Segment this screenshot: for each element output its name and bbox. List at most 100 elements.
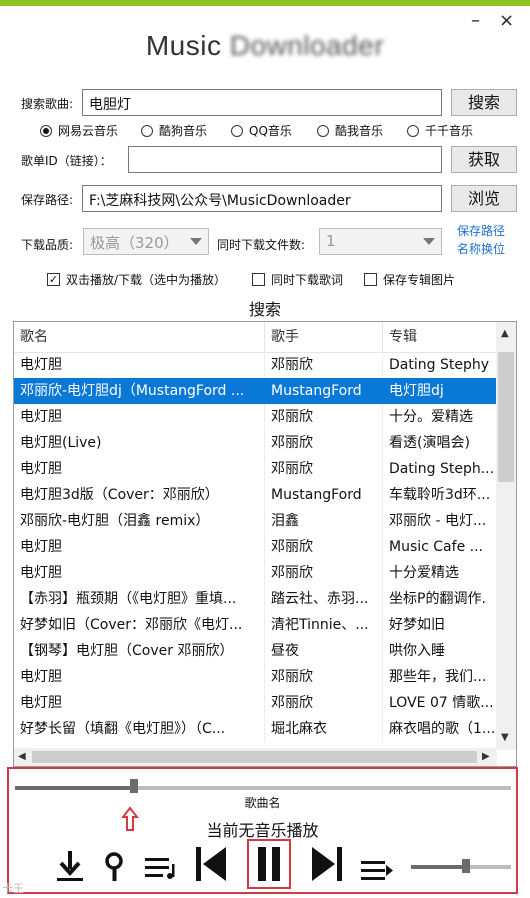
radio-indicator	[317, 124, 329, 137]
player-panel: 歌曲名 当前无音乐播放	[7, 767, 518, 894]
app-title: Music Downloader	[0, 30, 530, 62]
play-mode-icon[interactable]	[360, 859, 394, 881]
progress-knob[interactable]	[130, 779, 139, 793]
playlist-icon[interactable]	[144, 856, 178, 880]
table-row[interactable]: 邓丽欣-电灯胆（泪鑫 remix） 泪鑫 邓丽欣 - 电灯...	[14, 508, 497, 534]
playlist-id-input[interactable]	[128, 146, 442, 173]
column-header-title[interactable]: 歌名	[14, 322, 265, 352]
volume-slider[interactable]	[411, 865, 511, 869]
table-row[interactable]: 电灯胆 邓丽欣 那些年，我们...	[14, 664, 497, 690]
download-lyrics-checkbox[interactable]: 同时下载歌词	[252, 271, 343, 288]
concurrent-label: 同时下载文件数:	[217, 238, 306, 252]
table-row[interactable]: 邓丽欣-电灯胆dj（MustangFord ... MustangFord 电灯胆d…	[14, 378, 497, 404]
quality-label: 下载品质:	[21, 238, 74, 252]
table-row[interactable]: 【赤羽】瓶颈期（《电灯胆》重填... 踏云社、赤羽... 坐标P的翻调作.	[14, 586, 497, 612]
search-icon[interactable]	[103, 851, 127, 883]
radio-indicator	[40, 124, 52, 137]
cell-album: Dating Steph...	[389, 461, 495, 477]
scroll-right-icon[interactable]: ▶	[482, 751, 490, 762]
save-album-art-checkbox[interactable]: 保存专辑图片	[364, 271, 455, 288]
scroll-up-icon[interactable]: ▲	[501, 328, 509, 339]
cell-artist: MustangFord	[265, 378, 383, 404]
watermark-text: 卡王	[2, 882, 24, 895]
radio-indicator	[141, 124, 153, 137]
vertical-scrollbar[interactable]: ▲ ▼	[496, 322, 516, 750]
cell-title: 电灯胆	[14, 404, 265, 430]
cell-title: 【赤羽】瓶颈期（《电灯胆》重填...	[14, 586, 265, 612]
cell-title: 电灯胆	[14, 560, 265, 586]
source-label: QQ音乐	[249, 124, 292, 138]
table-row[interactable]: 电灯胆 邓丽欣 Music Cafe ...	[14, 534, 497, 560]
chevron-down-icon	[190, 238, 202, 245]
source-option-qq[interactable]: QQ音乐	[231, 122, 292, 139]
cell-title: 电灯胆	[14, 664, 265, 690]
table-row[interactable]: 电灯胆 邓丽欣 十分爱精选	[14, 560, 497, 586]
save-path-label: 保存路径:	[21, 193, 74, 207]
close-button[interactable]: ×	[499, 10, 514, 31]
double-click-play-checkbox[interactable]: ✓ 双击播放/下载（选中为播放）	[47, 271, 226, 288]
progress-bar[interactable]	[15, 786, 511, 790]
table-row[interactable]: 电灯胆 邓丽欣 十分。爱精选	[14, 404, 497, 430]
search-input[interactable]: 电胆灯	[82, 89, 442, 116]
table-row[interactable]: 【钢琴】电灯胆（Cover 邓丽欣） 昼夜 哄你入睡	[14, 638, 497, 664]
column-header-artist[interactable]: 歌手	[265, 322, 383, 352]
table-row[interactable]: 电灯胆 邓丽欣 Dating Steph...	[14, 456, 497, 482]
cell-title: 邓丽欣-电灯胆dj（MustangFord ...	[14, 378, 265, 404]
table-row[interactable]: 好梦长留（填翻《电灯胆》）（C... 堀北麻衣 麻衣唱的歌（1...	[14, 716, 497, 742]
cell-album: 邓丽欣 - 电灯...	[389, 513, 487, 529]
table-header: 歌名 歌手 专辑	[14, 322, 497, 353]
quality-value: 极高（320）	[90, 234, 179, 252]
table-row[interactable]: 电灯胆(Live) 邓丽欣 看透(演唱会)	[14, 430, 497, 456]
cell-artist: 邓丽欣	[265, 560, 383, 586]
source-option-qianqian[interactable]: 千千音乐	[407, 122, 473, 139]
check-icon: ✓	[47, 273, 60, 286]
app-title-obscured: Downloader	[229, 30, 385, 61]
vertical-scroll-thumb[interactable]	[498, 352, 514, 482]
browse-button[interactable]: 浏览	[451, 185, 517, 212]
cell-artist: 踏云社、赤羽...	[265, 586, 383, 612]
column-header-album[interactable]: 专辑	[383, 322, 497, 352]
horizontal-scrollbar[interactable]: ◀ ▶	[14, 748, 497, 766]
table-row[interactable]: 电灯胆3d版（Cover：邓丽欣） MustangFord 车载聆听3d环...	[14, 482, 497, 508]
pause-icon[interactable]	[255, 846, 283, 882]
source-label: 酷狗音乐	[159, 124, 208, 138]
checkbox-label: 双击播放/下载（选中为播放）	[66, 273, 227, 287]
concurrent-value: 1	[326, 232, 336, 250]
source-option-netease[interactable]: 网易云音乐	[40, 122, 118, 139]
source-label: 千千音乐	[425, 124, 474, 138]
table-row[interactable]: 电灯胆 邓丽欣 LOVE 07 情歌...	[14, 690, 497, 716]
fetch-button[interactable]: 获取	[451, 146, 517, 173]
checkbox-box	[252, 273, 265, 286]
cell-artist: 邓丽欣	[265, 534, 383, 560]
cell-artist: 泪鑫	[265, 508, 383, 534]
source-option-kugou[interactable]: 酷狗音乐	[141, 122, 207, 139]
scroll-down-icon[interactable]: ▼	[501, 732, 509, 743]
cell-title: 电灯胆3d版（Cover：邓丽欣）	[14, 482, 265, 508]
progress-fill	[15, 786, 135, 790]
song-name-label: 歌曲名	[244, 796, 281, 810]
swap-name-link[interactable]: 保存路径 名称换位	[457, 222, 505, 258]
save-path-input[interactable]: F:\芝麻科技网\公众号\MusicDownloader	[82, 185, 442, 212]
cell-artist: 邓丽欣	[265, 664, 383, 690]
volume-knob[interactable]	[462, 859, 470, 873]
quality-select[interactable]: 极高（320）	[83, 228, 209, 255]
cell-artist: 邓丽欣	[265, 404, 383, 430]
chevron-down-icon	[423, 238, 435, 245]
cell-title: 好梦如旧（Cover：邓丽欣《电灯...	[14, 612, 265, 638]
previous-track-icon[interactable]	[194, 845, 228, 883]
table-row[interactable]: 好梦如旧（Cover：邓丽欣《电灯... 清祀Tinnie、... 好梦如旧	[14, 612, 497, 638]
results-table[interactable]: 歌名 歌手 专辑 电灯胆 邓丽欣 Dating Stephy 邓丽欣-电灯胆dj（Mu…	[13, 321, 517, 767]
table-row[interactable]: 电灯胆 邓丽欣 Dating Stephy	[14, 352, 497, 378]
cell-album: LOVE 07 情歌...	[389, 695, 494, 711]
search-button[interactable]: 搜索	[451, 89, 517, 116]
concurrent-select[interactable]: 1	[319, 228, 442, 255]
minimize-button[interactable]: –	[471, 10, 480, 31]
scroll-left-icon[interactable]: ◀	[18, 751, 26, 762]
download-icon[interactable]	[55, 849, 85, 883]
source-option-kuwo[interactable]: 酷我音乐	[317, 122, 383, 139]
playlist-label: 歌单ID（链接）：	[21, 154, 112, 168]
search-label: 搜索歌曲:	[21, 97, 74, 111]
horizontal-scroll-thumb[interactable]	[32, 751, 477, 763]
playback-status: 当前无音乐播放	[206, 821, 319, 840]
next-track-icon[interactable]	[310, 845, 344, 883]
